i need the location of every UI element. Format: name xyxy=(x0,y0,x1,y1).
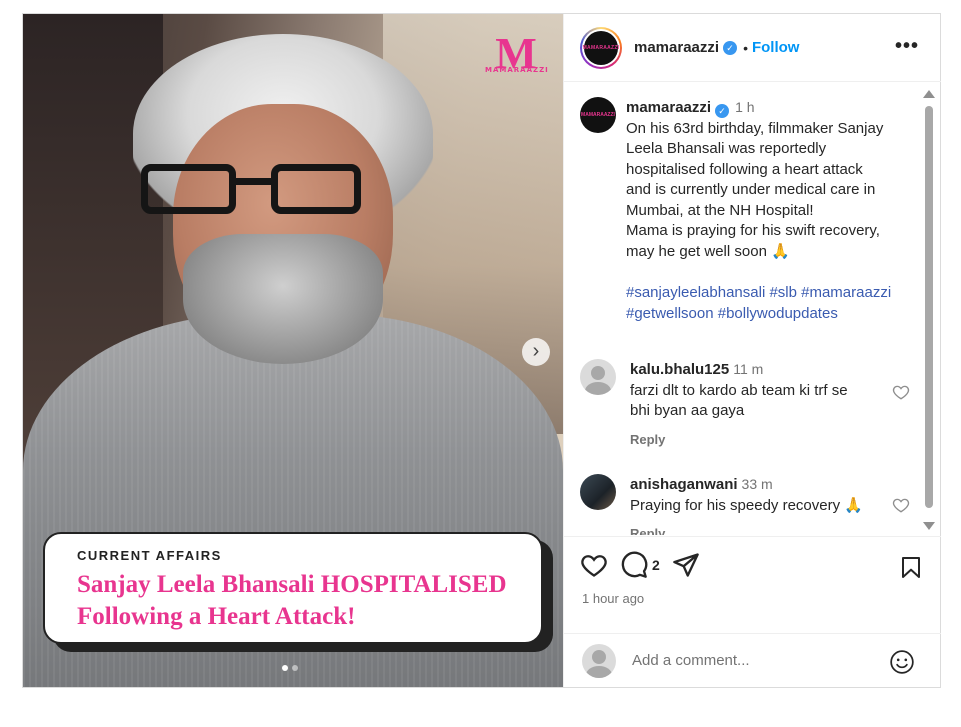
post-image[interactable]: M MAMARAAZZI › CURRENT AFFAIRS Sanjay Le… xyxy=(23,14,563,687)
comment-count: 2 xyxy=(652,557,660,573)
heart-icon[interactable] xyxy=(892,496,910,514)
verified-badge-icon: ✓ xyxy=(723,40,738,55)
headline-card: CURRENT AFFAIRS Sanjay Leela Bhansali HO… xyxy=(43,532,543,644)
post-timestamp[interactable]: 1 hour ago xyxy=(582,591,644,606)
comment-username[interactable]: kalu.bhalu125 xyxy=(630,361,729,378)
carousel-dot[interactable] xyxy=(282,665,288,671)
scrollbar[interactable] xyxy=(922,90,936,530)
photo-beard xyxy=(183,234,383,364)
headline-kicker: CURRENT AFFAIRS xyxy=(77,548,222,563)
add-comment-bar xyxy=(564,633,941,687)
post-sidebar: MAMARAAZZI mamaraazzi ✓ • Follow ••• MAM… xyxy=(563,14,941,687)
comment-time: 33 m xyxy=(741,476,773,492)
reply-button[interactable]: Reply xyxy=(630,432,910,447)
photo-glasses xyxy=(141,164,361,216)
comment-item: kalu.bhalu125 11 m farzi dlt to kardo ab … xyxy=(580,359,910,447)
author-username[interactable]: mamaraazzi xyxy=(634,39,719,56)
more-horizontal-icon[interactable]: ••• xyxy=(895,36,919,56)
caption-avatar[interactable]: MAMARAAZZI xyxy=(580,97,616,133)
scroll-up-arrow-icon[interactable] xyxy=(923,90,935,98)
user-avatar xyxy=(582,643,616,678)
share-paper-plane-icon[interactable] xyxy=(672,551,700,579)
headline-text: Sanjay Leela Bhansali HOSPITALISED Follo… xyxy=(77,571,507,630)
carousel-dot[interactable] xyxy=(292,665,298,671)
follow-button[interactable]: Follow xyxy=(752,39,800,56)
post-caption: MAMARAAZZI mamaraazzi ✓ 1 h On his 63rd bi… xyxy=(580,97,910,324)
carousel-dots xyxy=(282,665,298,671)
commenter-avatar[interactable] xyxy=(580,474,616,510)
post-header: MAMARAAZZI mamaraazzi ✓ • Follow ••• xyxy=(564,14,941,82)
comment-username[interactable]: anishaganwani xyxy=(630,476,738,493)
comments-scroll-area[interactable]: MAMARAAZZI mamaraazzi ✓ 1 h On his 63rd bi… xyxy=(564,83,941,535)
reply-button[interactable]: Reply xyxy=(630,526,910,535)
header-separator: • xyxy=(743,39,748,56)
scrollbar-thumb[interactable] xyxy=(925,106,933,508)
chevron-right-icon: › xyxy=(532,340,540,362)
bookmark-icon[interactable] xyxy=(899,553,923,581)
post-modal: M MAMARAAZZI › CURRENT AFFAIRS Sanjay Le… xyxy=(22,13,941,688)
author-avatar[interactable]: MAMARAAZZI xyxy=(580,26,622,69)
brand-logo: M MAMARAAZZI xyxy=(485,29,549,78)
comment-time: 11 m xyxy=(733,361,764,377)
add-comment-input[interactable] xyxy=(632,652,872,669)
comment-bubble-icon[interactable] xyxy=(620,551,648,579)
heart-icon[interactable] xyxy=(892,383,910,401)
verified-badge-icon: ✓ xyxy=(715,104,730,118)
carousel-next-button[interactable]: › xyxy=(522,338,550,366)
scroll-down-arrow-icon[interactable] xyxy=(923,522,935,530)
default-avatar-icon[interactable] xyxy=(580,359,616,395)
post-actions: 2 1 hour ago xyxy=(564,536,941,686)
caption-username[interactable]: mamaraazzi xyxy=(626,99,711,116)
like-heart-icon[interactable] xyxy=(580,551,608,579)
emoji-icon[interactable] xyxy=(889,649,915,675)
caption-hashtags[interactable]: #sanjayleelabhansali #slb #mamaraazzi #g… xyxy=(626,282,916,324)
caption-time[interactable]: 1 h xyxy=(735,99,754,115)
comment-item: anishaganwani 33 m Praying for his speedy… xyxy=(580,474,910,535)
